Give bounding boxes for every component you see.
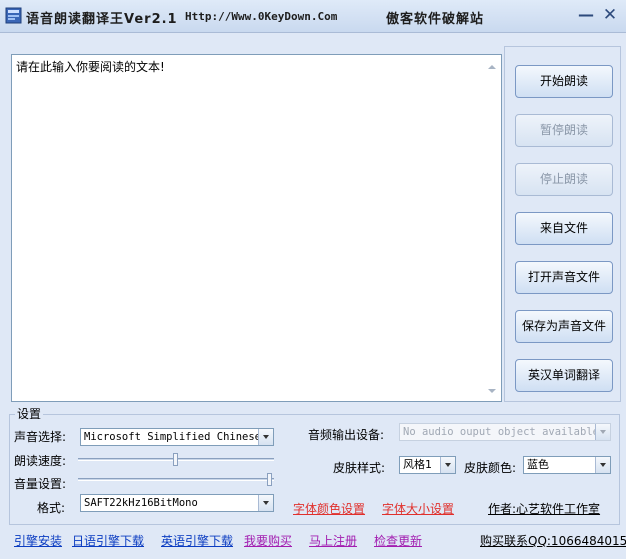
stop-reading-button[interactable]: 停止朗读 <box>515 163 613 196</box>
app-icon <box>5 7 22 24</box>
action-button-panel: 开始朗读 暂停朗读 停止朗读 来自文件 打开声音文件 保存为声音文件 英汉单词翻… <box>504 46 621 402</box>
chevron-down-icon[interactable] <box>258 429 273 445</box>
buy-link[interactable]: 我要购买 <box>244 532 292 549</box>
voice-label: 声音选择: <box>14 430 67 444</box>
skin-color-value: 蓝色 <box>527 458 549 471</box>
volume-slider-track <box>78 478 274 481</box>
audio-device-select[interactable]: No audio ouput object available <box>399 423 611 441</box>
pause-reading-button[interactable]: 暂停朗读 <box>515 114 613 147</box>
author-text: 作者:心艺软件工作室 <box>488 502 601 516</box>
from-file-button[interactable]: 来自文件 <box>515 212 613 245</box>
skin-style-select[interactable]: 风格1 <box>399 456 456 474</box>
speed-slider[interactable] <box>78 452 274 468</box>
skin-color-label: 皮肤颜色: <box>464 461 517 475</box>
volume-label: 音量设置: <box>14 477 67 491</box>
font-size-link[interactable]: 字体大小设置 <box>382 500 454 517</box>
minimize-button[interactable]: — <box>577 6 595 24</box>
chevron-down-icon[interactable] <box>440 457 455 473</box>
title-bar[interactable]: 语音朗读翻译王Ver2.1 Http://Www.0KeyDown.Com 傲客… <box>0 0 626 33</box>
check-update-link[interactable]: 检查更新 <box>374 532 422 549</box>
window-title: 语音朗读翻译王Ver2.1 <box>26 12 178 27</box>
english-engine-link[interactable]: 英语引擎下载 <box>161 532 233 549</box>
text-editor-frame: 请在此输入你要阅读的文本! <box>11 54 502 402</box>
voice-select[interactable]: Microsoft Simplified Chinese <box>80 428 274 446</box>
settings-legend: 设置 <box>15 407 44 421</box>
audio-device-value: No audio ouput object available <box>403 426 599 438</box>
start-reading-button[interactable]: 开始朗读 <box>515 65 613 98</box>
engine-install-link[interactable]: 引擎安装 <box>14 532 62 549</box>
speed-slider-thumb[interactable] <box>173 453 178 466</box>
close-button[interactable]: ✕ <box>601 6 619 24</box>
chevron-down-icon[interactable] <box>258 495 273 511</box>
text-editor[interactable]: 请在此输入你要阅读的文本! <box>16 58 476 396</box>
open-audio-file-button[interactable]: 打开声音文件 <box>515 261 613 294</box>
skin-style-label: 皮肤样式: <box>333 461 386 475</box>
audio-device-label: 音频输出设备: <box>308 428 385 442</box>
format-label: 格式: <box>37 501 66 515</box>
volume-slider[interactable] <box>78 472 274 488</box>
font-color-link[interactable]: 字体颜色设置 <box>293 500 365 517</box>
format-select-value: SAFT22kHz16BitMono <box>84 497 198 509</box>
chevron-down-icon[interactable] <box>595 424 610 440</box>
format-select[interactable]: SAFT22kHz16BitMono <box>80 494 274 512</box>
volume-slider-thumb[interactable] <box>267 473 272 486</box>
register-link[interactable]: 马上注册 <box>309 532 357 549</box>
window-url: Http://Www.0KeyDown.Com <box>185 10 338 23</box>
app-window: 语音朗读翻译王Ver2.1 Http://Www.0KeyDown.Com 傲客… <box>0 0 626 559</box>
contact-text: 购买联系QQ:1066484015 <box>480 534 626 548</box>
chevron-down-icon[interactable] <box>595 457 610 473</box>
scroll-up-icon[interactable] <box>488 65 496 69</box>
skin-style-value: 风格1 <box>403 458 432 471</box>
speed-label: 朗读速度: <box>14 454 67 468</box>
window-crack-site: 傲客软件破解站 <box>386 12 485 27</box>
scroll-down-icon[interactable] <box>488 389 496 393</box>
translate-word-button[interactable]: 英汉单词翻译 <box>515 359 613 392</box>
vertical-scrollbar[interactable] <box>484 55 501 401</box>
save-as-audio-button[interactable]: 保存为声音文件 <box>515 310 613 343</box>
skin-color-select[interactable]: 蓝色 <box>523 456 611 474</box>
voice-select-value: Microsoft Simplified Chinese <box>84 431 262 443</box>
japanese-engine-link[interactable]: 日语引擎下载 <box>72 532 144 549</box>
